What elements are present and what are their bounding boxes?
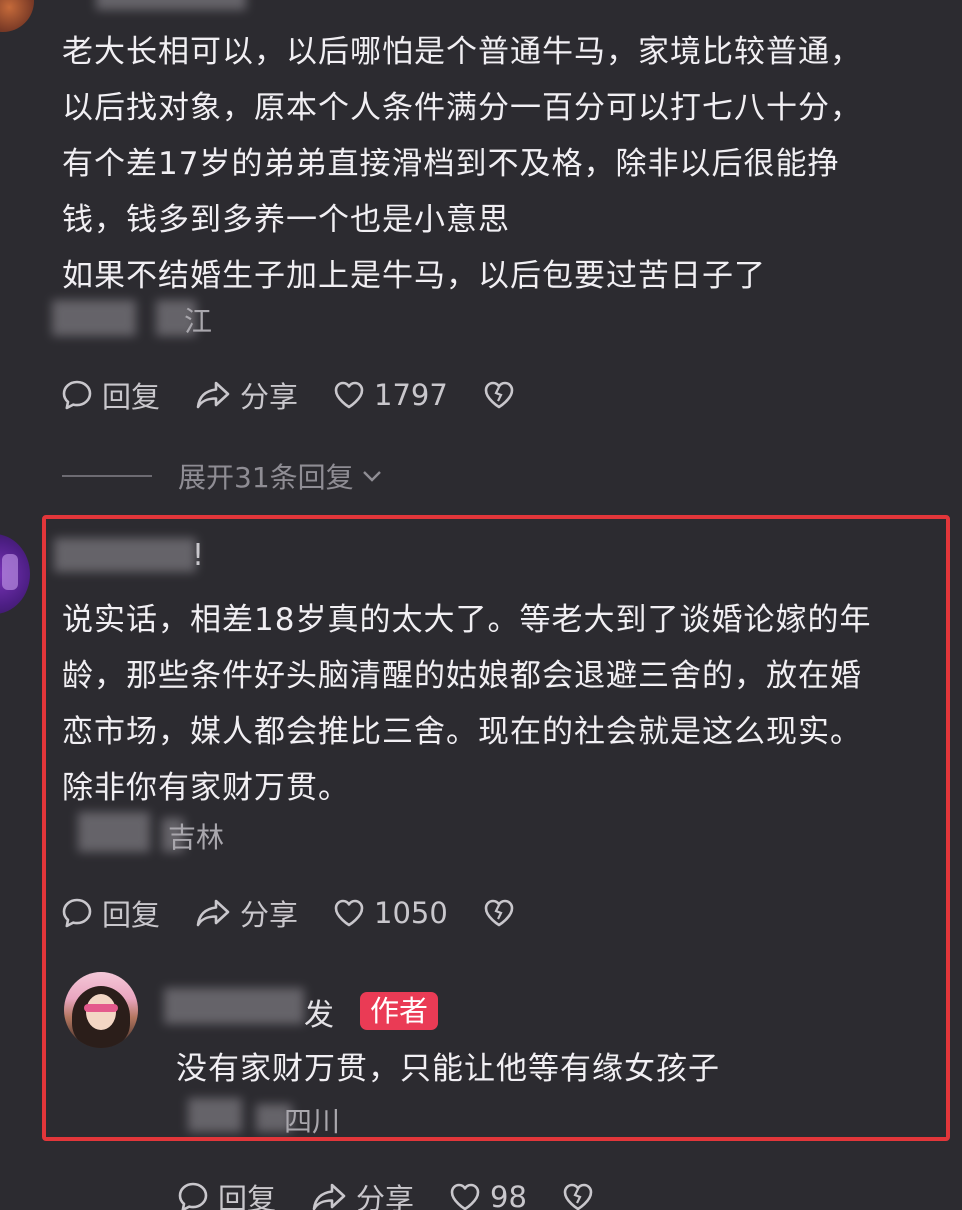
avatar-face	[86, 994, 116, 1030]
blurred-username	[54, 538, 196, 572]
reply-actions: 回复 分享 98	[176, 1176, 629, 1210]
username-tail: !	[192, 538, 205, 573]
blurred-username	[96, 0, 246, 10]
comment-thread-screen: 老大长相可以，以后哪怕是个普通牛马，家境比较普通， 以后找对象，原本个人条件满分…	[0, 0, 962, 1210]
heart-icon	[450, 1183, 480, 1210]
reply-text: 没有家财万贯，只能让他等有缘女孩子	[176, 1051, 720, 1087]
comment-icon	[178, 1182, 208, 1210]
comment-actions: 回复 分享 1050	[60, 892, 550, 934]
broken-heart-icon	[563, 1183, 593, 1210]
heart-icon	[334, 381, 364, 409]
heart-icon	[334, 899, 364, 927]
comment-actions: 回复 分享 1797	[60, 374, 550, 416]
user-avatar[interactable]	[0, 0, 34, 32]
comment-icon	[62, 380, 92, 410]
share-label: 分享	[240, 380, 299, 414]
dislike-button[interactable]	[482, 897, 516, 929]
reply-button[interactable]: 回复	[60, 892, 160, 934]
dislike-button[interactable]	[561, 1181, 595, 1210]
share-icon	[312, 1183, 346, 1210]
avatar-glasses	[84, 1004, 118, 1012]
ip-location: 江	[184, 305, 213, 338]
like-count: 1797	[374, 378, 448, 412]
divider-line	[62, 475, 152, 477]
share-label: 分享	[356, 1182, 415, 1210]
like-button[interactable]: 98	[448, 1180, 527, 1210]
comment-text: 老大长相可以，以后哪怕是个普通牛马，家境比较普通， 以后找对象，原本个人条件满分…	[62, 34, 862, 294]
like-count: 98	[490, 1180, 527, 1210]
reply-label: 回复	[102, 380, 161, 414]
user-avatar[interactable]	[0, 534, 30, 614]
expand-replies-button[interactable]: 展开31条回复	[62, 456, 384, 496]
share-label: 分享	[240, 898, 299, 932]
expand-replies-label: 展开31条回复	[178, 461, 354, 494]
ip-location: 四川	[284, 1105, 341, 1138]
like-button[interactable]: 1797	[332, 378, 448, 412]
like-count: 1050	[374, 896, 448, 930]
reply-label: 回复	[218, 1182, 277, 1210]
blurred-timestamp	[52, 300, 136, 336]
dislike-button[interactable]	[482, 379, 516, 411]
reply-label: 回复	[102, 898, 161, 932]
blurred-timestamp	[78, 812, 150, 852]
share-icon	[196, 899, 230, 927]
reply-button[interactable]: 回复	[60, 374, 160, 416]
share-button[interactable]: 分享	[194, 374, 298, 416]
author-badge: 作者	[360, 992, 439, 1030]
chevron-down-icon	[362, 471, 381, 482]
broken-heart-icon	[484, 381, 514, 409]
share-button[interactable]: 分享	[194, 892, 298, 934]
share-icon	[196, 381, 230, 409]
ip-location: 吉林	[168, 821, 225, 854]
like-button[interactable]: 1050	[332, 896, 448, 930]
broken-heart-icon	[484, 899, 514, 927]
reply-button[interactable]: 回复	[176, 1176, 276, 1210]
blurred-username	[164, 988, 304, 1024]
username-tail: 发	[304, 998, 334, 1033]
comment-text: 说实话，相差18岁真的太大了。等老大到了谈婚论嫁的年 龄，那些条件好头脑清醒的姑…	[62, 602, 872, 806]
share-button[interactable]: 分享	[310, 1176, 414, 1210]
blurred-timestamp	[188, 1098, 242, 1132]
comment-icon	[62, 898, 92, 928]
author-avatar[interactable]	[64, 972, 138, 1048]
